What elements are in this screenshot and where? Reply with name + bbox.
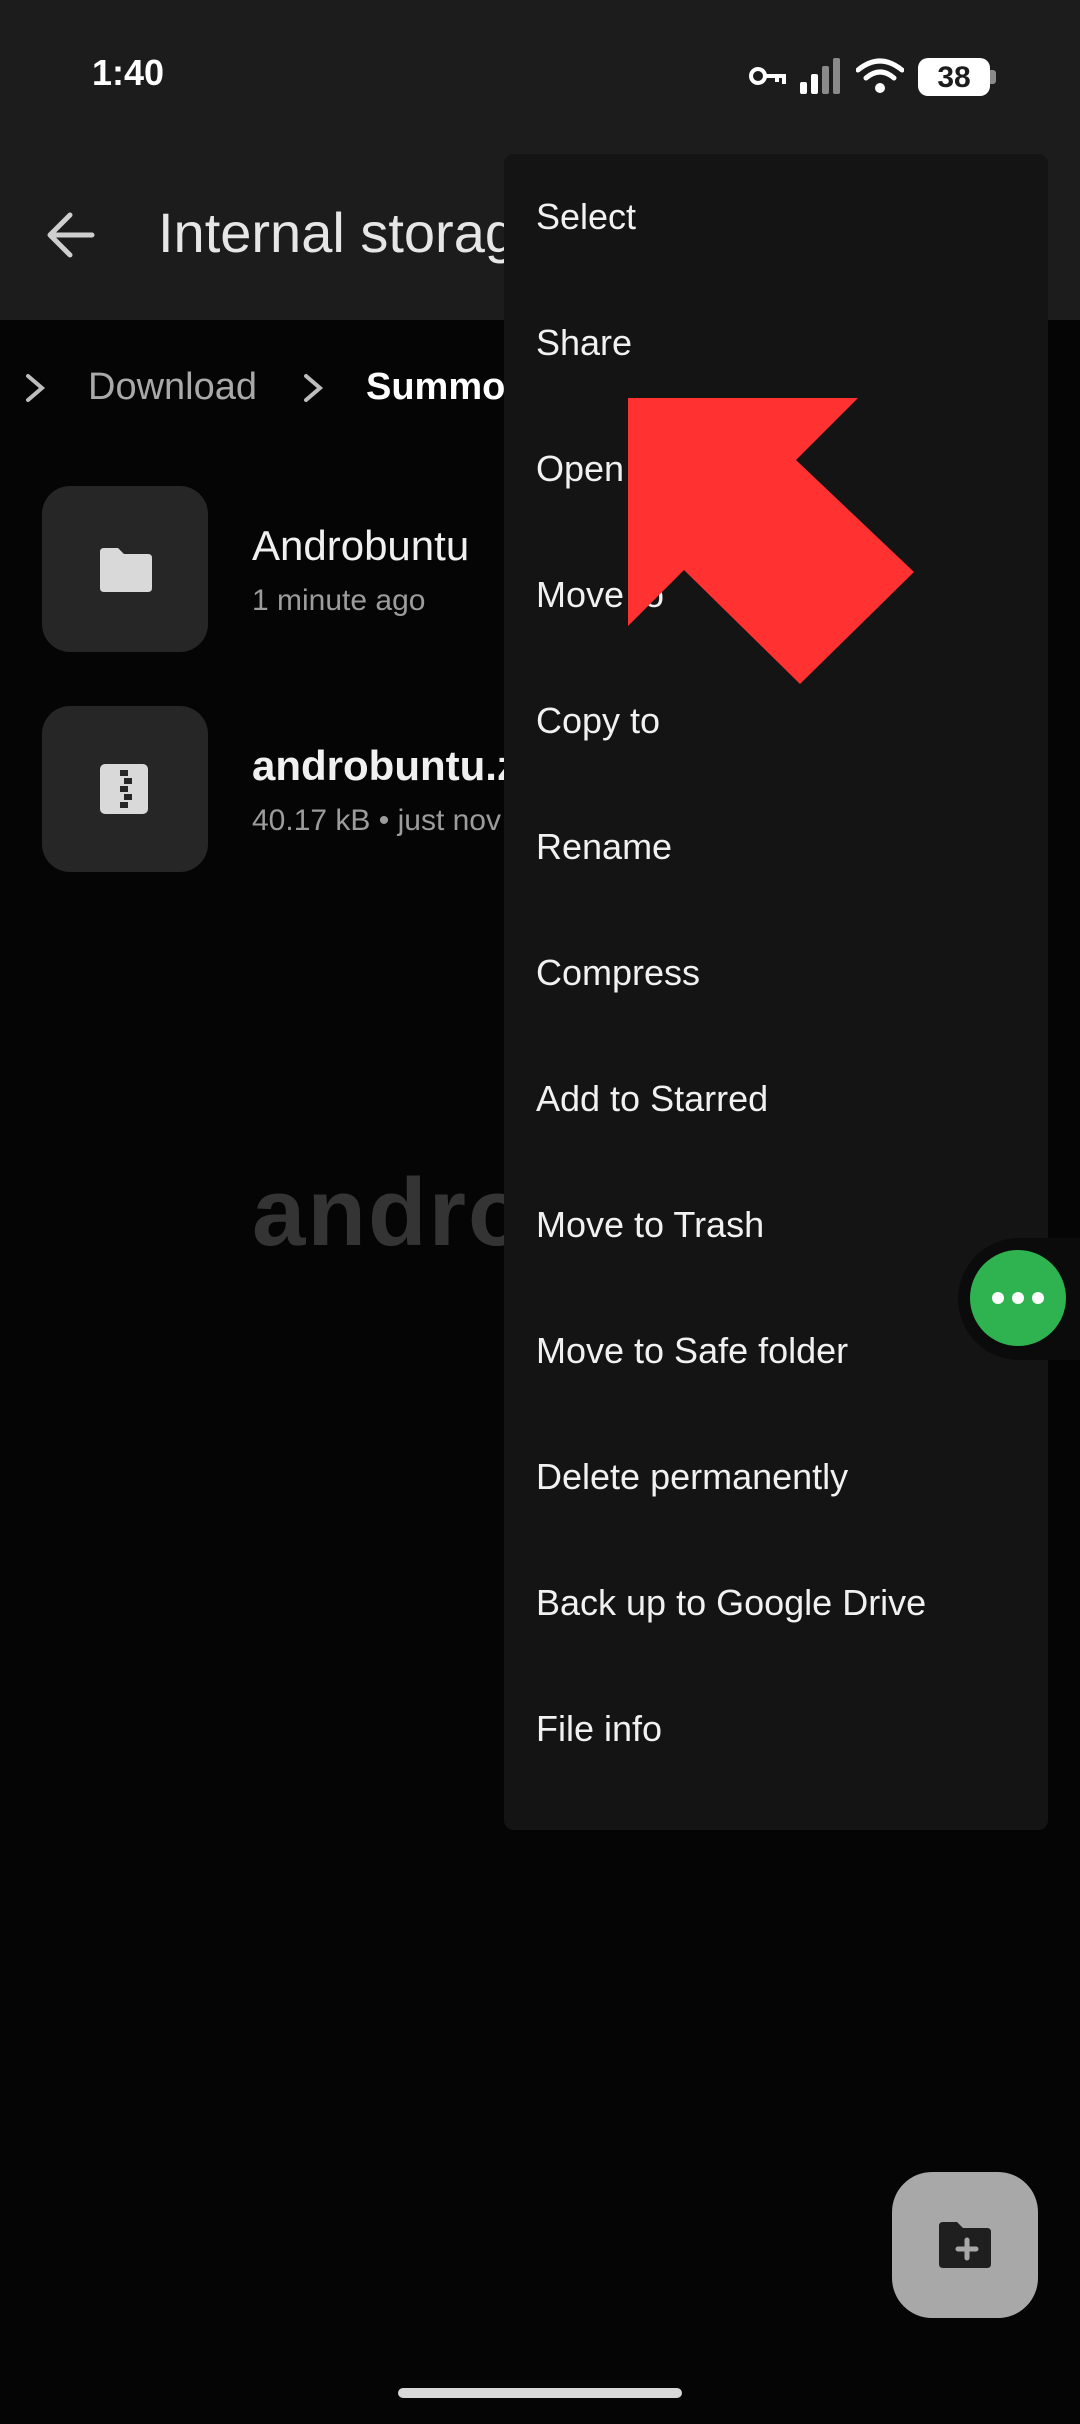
- menu-item-file-info[interactable]: File info: [504, 1666, 1048, 1792]
- pointer-arrow-annotation: [628, 398, 914, 684]
- folder-icon: [100, 548, 152, 592]
- menu-item-label: Copy to: [536, 700, 661, 741]
- breadcrumb-download[interactable]: Download: [88, 366, 257, 409]
- new-folder-icon: [939, 2222, 991, 2268]
- menu-item-label: File info: [536, 1708, 663, 1749]
- menu-item-label: Move to Safe folder: [536, 1330, 849, 1371]
- menu-item-select[interactable]: Select: [504, 154, 1048, 280]
- home-indicator[interactable]: [398, 2388, 682, 2398]
- list-item-thumbnail[interactable]: [42, 486, 208, 652]
- vpn-key-icon: [749, 67, 786, 85]
- menu-item-label: Move to Trash: [536, 1204, 765, 1245]
- list-item-meta: 40.17 kB • just nov: [252, 804, 501, 837]
- more-horiz-icon[interactable]: [970, 1250, 1066, 1346]
- battery-level: 38: [937, 61, 971, 94]
- menu-item-label: Delete permanently: [536, 1456, 849, 1497]
- page-title: Internal storag: [158, 201, 516, 264]
- list-item-title[interactable]: Androbuntu: [252, 522, 469, 570]
- battery-tip: [990, 70, 996, 84]
- chevron-right-icon: [26, 374, 46, 402]
- menu-item-delete-permanently[interactable]: Delete permanently: [504, 1414, 1048, 1540]
- chevron-right-icon: [304, 374, 324, 402]
- status-time: 1:40: [92, 52, 165, 93]
- menu-item-label: Select: [536, 196, 637, 237]
- zip-file-icon: [100, 764, 148, 814]
- menu-item-back-up-to-google-drive[interactable]: Back up to Google Drive: [504, 1540, 1048, 1666]
- menu-item-label: Rename: [536, 826, 673, 867]
- menu-item-label: Share: [536, 322, 633, 363]
- menu-item-rename[interactable]: Rename: [504, 784, 1048, 910]
- new-folder-button[interactable]: [892, 2172, 1038, 2318]
- list-item-title[interactable]: androbuntu.z: [252, 742, 518, 790]
- arrow-left-icon[interactable]: [40, 205, 110, 265]
- list-item-thumbnail[interactable]: [42, 706, 208, 872]
- menu-item-label: Back up to Google Drive: [536, 1582, 927, 1623]
- menu-item-label: Compress: [536, 952, 701, 993]
- battery-icon: 38: [918, 58, 990, 96]
- signal-icon: [800, 58, 840, 94]
- wifi-icon: [856, 58, 904, 93]
- menu-item-compress[interactable]: Compress: [504, 910, 1048, 1036]
- menu-item-label: Add to Starred: [536, 1078, 769, 1119]
- list-item-meta: 1 minute ago: [252, 584, 426, 617]
- menu-item-add-to-starred[interactable]: Add to Starred: [504, 1036, 1048, 1162]
